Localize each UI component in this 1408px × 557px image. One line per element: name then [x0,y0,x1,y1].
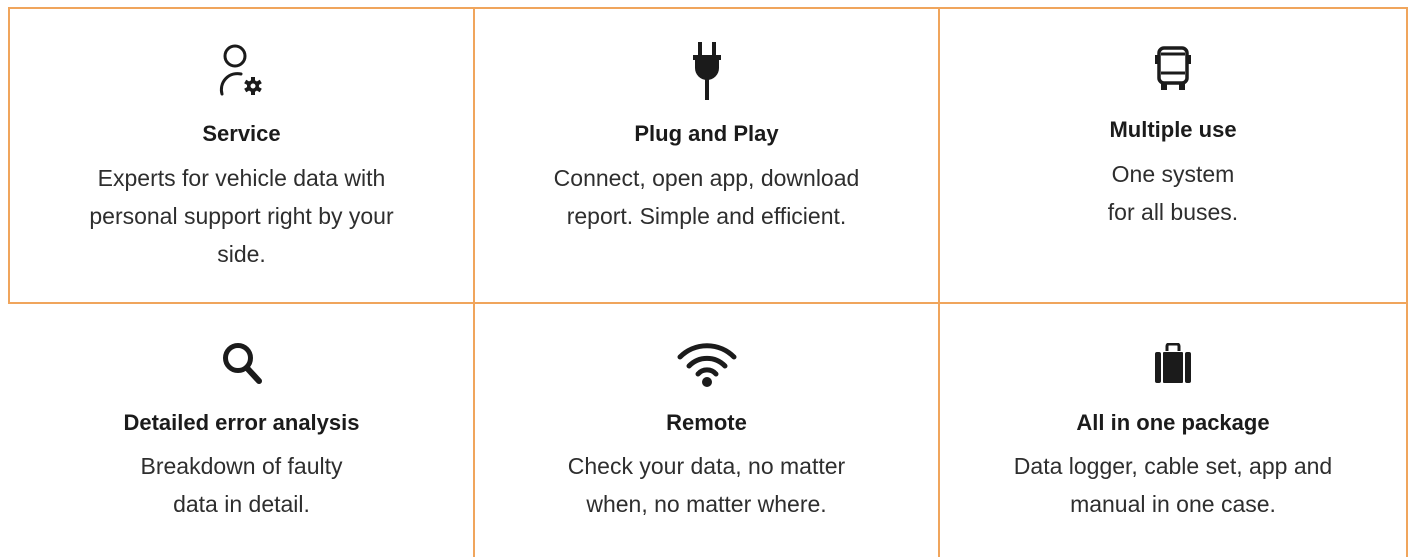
feature-card-detailed-error-analysis: Detailed error analysis Breakdown of fau… [10,304,473,557]
bus-icon [1155,46,1191,90]
magnifier-icon [222,343,262,384]
feature-card-multiple-use: Multiple use One system for all buses. [940,9,1406,302]
feature-title: Detailed error analysis [123,410,360,435]
suitcase-icon [1155,343,1191,383]
feature-card-all-in-one-package: All in one package Data logger, cable se… [940,304,1406,557]
plug-icon [692,42,721,100]
feature-title: Remote [666,410,747,435]
feature-title: All in one package [1076,410,1270,435]
feature-description: Breakdown of faulty data in detail. [140,453,343,517]
feature-description: Experts for vehicle data with personal s… [89,165,394,267]
feature-card-plug-and-play: Plug and Play Connect, open app, downloa… [475,9,938,302]
feature-description: Connect, open app, download report. Simp… [553,165,860,229]
feature-title: Multiple use [1109,117,1237,142]
feature-title: Service [202,121,281,146]
feature-description: Data logger, cable set, app and manual i… [1013,453,1333,517]
feature-description: Check your data, no matter when, no matt… [567,453,846,517]
wifi-icon [677,343,736,387]
feature-card-remote: Remote Check your data, no matter when, … [475,304,938,557]
feature-description: One system for all buses. [1107,161,1239,225]
feature-title: Plug and Play [634,121,779,146]
feature-grid: Service Experts for vehicle data with pe… [0,0,1408,557]
user-gear-icon [219,44,262,96]
feature-card-service: Service Experts for vehicle data with pe… [10,9,473,302]
